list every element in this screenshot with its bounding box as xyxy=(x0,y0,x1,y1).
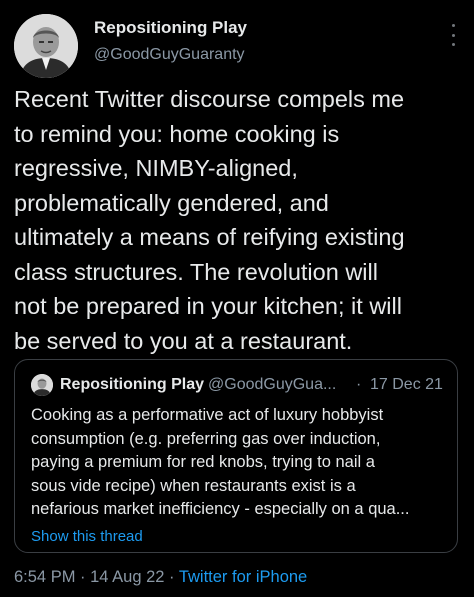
quoted-line: Cooking as a performative act of luxury … xyxy=(31,406,384,424)
tweet-line: ultimately a means of reifying existing xyxy=(14,224,405,250)
meta-separator: · xyxy=(75,568,91,586)
author-display-name[interactable]: Repositioning Play xyxy=(94,18,247,38)
show-thread-link[interactable]: Show this thread xyxy=(31,528,143,545)
quoted-line: sous vide recipe) when restaurants exist… xyxy=(31,476,356,495)
author-avatar[interactable] xyxy=(14,14,78,78)
quoted-line: nefarious market inefficiency - especial… xyxy=(31,500,410,518)
tweet-line: regressive, NIMBY-aligned, xyxy=(14,155,298,181)
tweet-source-link[interactable]: Twitter for iPhone xyxy=(179,568,307,586)
tweet-text: Recent Twitter discourse compels me to r… xyxy=(14,82,466,358)
tweet-line: class structures. The revolution will xyxy=(14,258,378,285)
tweet-line: problematically gendered, and xyxy=(14,189,329,216)
quoted-author-handle: @GoodGuyGua... xyxy=(208,376,337,393)
tweet-line: not be prepared in your kitchen; it will xyxy=(14,293,402,319)
quoted-author-name: Repositioning Play xyxy=(60,376,205,393)
tweet-metadata: 6:54 PM · 14 Aug 22 · Twitter for iPhone xyxy=(14,568,307,587)
author-handle[interactable]: @GoodGuyGuaranty xyxy=(94,46,245,64)
meta-separator: · xyxy=(164,568,179,586)
quoted-line: paying a premium for red knobs, trying t… xyxy=(31,453,375,471)
person-portrait-avatar-icon xyxy=(31,374,53,396)
tweet-time: 6:54 PM xyxy=(14,568,76,586)
quoted-tweet-text: Cooking as a performative act of luxury … xyxy=(31,404,445,522)
quoted-tweet-card[interactable]: Repositioning Play @GoodGuyGua... · 17 D… xyxy=(14,359,458,553)
quoted-date: 17 Dec 21 xyxy=(370,376,443,393)
person-portrait-avatar-icon xyxy=(14,14,78,78)
more-options-icon[interactable] xyxy=(450,24,456,46)
tweet-line: Recent Twitter discourse compels me xyxy=(14,86,405,112)
tweet-date: 14 Aug 22 xyxy=(90,568,165,586)
quoted-line: consumption (e.g. preferring gas over in… xyxy=(31,429,381,448)
quoted-author-avatar xyxy=(31,374,53,396)
tweet-line: be served to you at a restaurant. xyxy=(14,327,353,354)
tweet-line: to remind you: home cooking is xyxy=(14,120,340,147)
quoted-separator: · xyxy=(356,376,362,393)
